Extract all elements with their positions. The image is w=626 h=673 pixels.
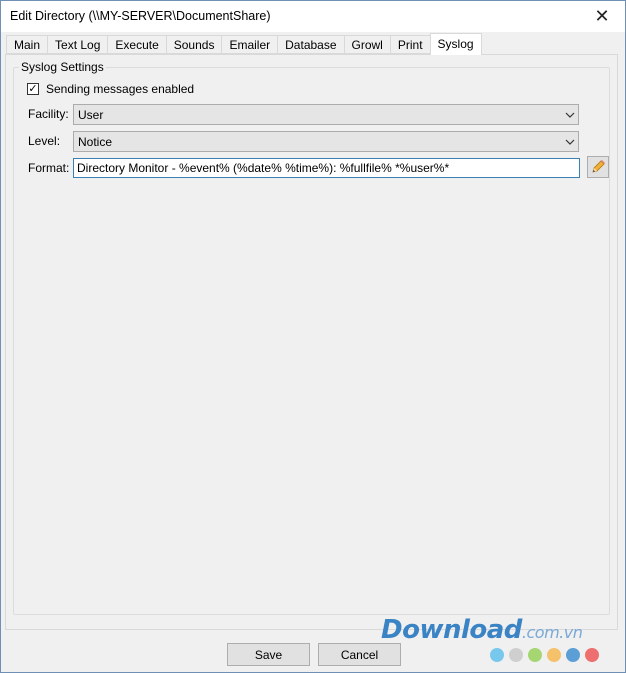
tab-text-log[interactable]: Text Log <box>47 35 108 54</box>
cancel-button[interactable]: Cancel <box>318 643 401 666</box>
tab-strip: Main Text Log Execute Sounds Emailer Dat… <box>6 33 482 55</box>
tab-growl[interactable]: Growl <box>343 35 390 54</box>
watermark-logo: Download.com.vn <box>381 615 583 645</box>
dot-5 <box>566 648 580 662</box>
level-value: Notice <box>78 134 113 149</box>
close-button[interactable]: ✕ <box>579 1 625 32</box>
edit-format-button[interactable] <box>587 156 609 178</box>
chevron-down-icon <box>562 139 578 145</box>
syslog-settings-group-title: Syslog Settings <box>19 60 106 74</box>
checkmark-icon: ✓ <box>28 82 38 95</box>
facility-value: User <box>78 107 104 122</box>
dot-1 <box>490 648 504 662</box>
dot-6 <box>585 648 599 662</box>
dot-4 <box>547 648 561 662</box>
format-input[interactable]: Directory Monitor - %event% (%date% %tim… <box>73 158 580 178</box>
sending-enabled-row[interactable]: ✓ Sending messages enabled <box>27 82 194 96</box>
tab-emailer[interactable]: Emailer <box>221 35 278 54</box>
sending-enabled-checkbox[interactable]: ✓ <box>27 83 39 95</box>
tab-print[interactable]: Print <box>389 35 430 54</box>
sending-enabled-label: Sending messages enabled <box>46 82 195 96</box>
chevron-down-icon <box>562 112 578 118</box>
tab-execute[interactable]: Execute <box>107 35 166 54</box>
facility-select[interactable]: User <box>73 104 579 125</box>
tab-database[interactable]: Database <box>277 35 344 54</box>
level-label: Level: <box>28 134 61 148</box>
dot-2 <box>509 648 523 662</box>
dot-3 <box>528 648 542 662</box>
watermark-brand: Download <box>381 615 522 645</box>
tab-syslog[interactable]: Syslog <box>429 33 482 55</box>
level-select[interactable]: Notice <box>73 131 579 152</box>
window-title: Edit Directory (\\MY-SERVER\DocumentShar… <box>10 9 271 23</box>
tab-sounds[interactable]: Sounds <box>165 35 222 54</box>
save-button[interactable]: Save <box>227 643 310 666</box>
close-icon: ✕ <box>594 6 610 26</box>
watermark-suffix: .com.vn <box>521 623 583 642</box>
facility-label: Facility: <box>28 107 69 121</box>
tab-main[interactable]: Main <box>6 35 48 54</box>
format-label: Format: <box>28 161 70 175</box>
edit-directory-window: Edit Directory (\\MY-SERVER\DocumentShar… <box>0 0 626 673</box>
title-bar: Edit Directory (\\MY-SERVER\DocumentShar… <box>1 1 625 32</box>
pencil-icon <box>592 160 605 173</box>
watermark-dots <box>490 648 604 662</box>
